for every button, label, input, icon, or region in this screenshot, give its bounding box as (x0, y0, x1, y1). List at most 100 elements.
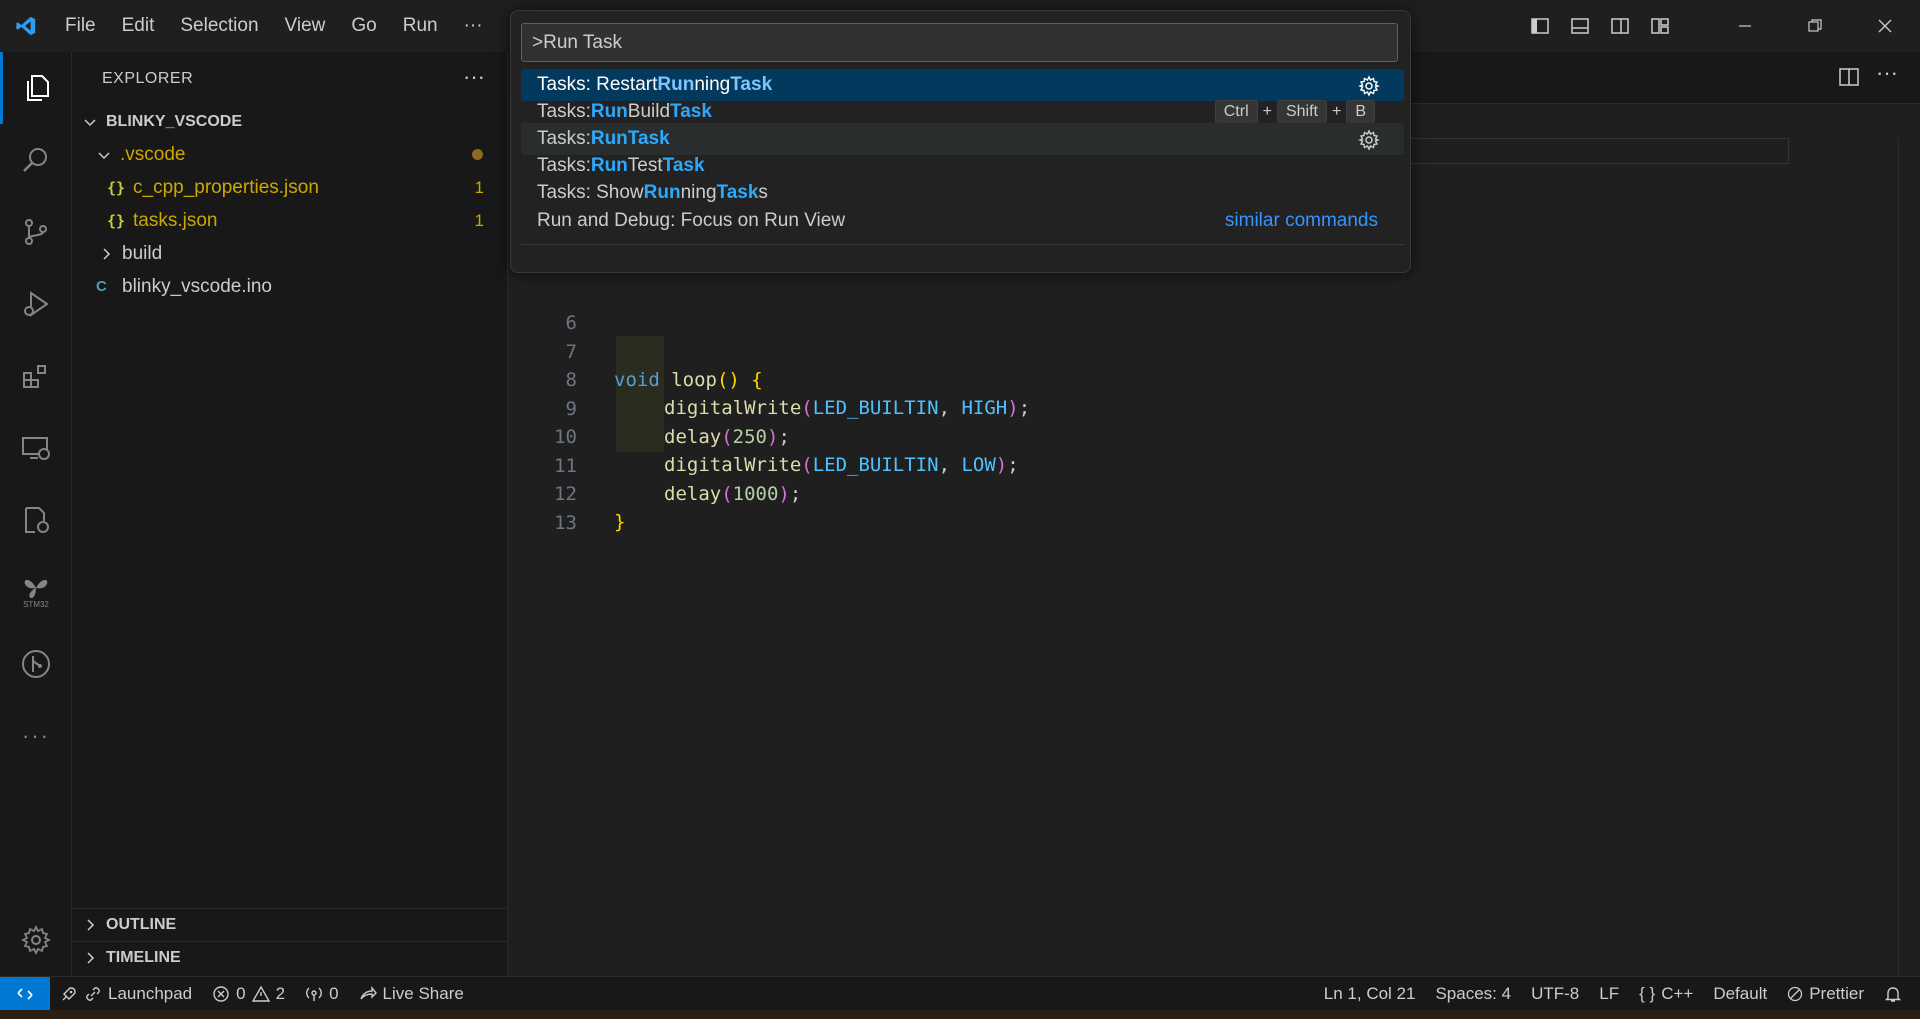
outline-section-header[interactable]: OUTLINE (72, 908, 508, 941)
menu-more-button[interactable]: ··· (451, 0, 496, 52)
warning-count: 2 (275, 983, 286, 1003)
cmake-tools-icon[interactable] (0, 484, 72, 556)
live-share-item[interactable]: Live Share (349, 977, 474, 1011)
status-bar: Launchpad 0 2 0 Live Share Ln 1, Col 21 … (0, 976, 1920, 1011)
toggle-secondary-sidebar-icon[interactable] (1600, 0, 1640, 52)
menu-file[interactable]: File (52, 0, 109, 52)
editor-more-actions-button[interactable]: ··· (1876, 60, 1898, 86)
stm32-label: STM32 (23, 599, 49, 609)
ports-item[interactable]: 0 (295, 977, 348, 1011)
activity-bar: STM32 ··· (0, 52, 72, 976)
broadcast-icon (306, 987, 323, 1001)
line-number: 13 (554, 512, 577, 534)
item-highlight: Task (730, 74, 773, 95)
tree-item-blinky-ino[interactable]: C blinky_vscode.ino (72, 270, 508, 303)
item-highlight: Task (662, 155, 705, 176)
restore-icon[interactable] (1780, 0, 1850, 52)
menu-edit[interactable]: Edit (109, 0, 168, 52)
chevron-down-icon (98, 151, 110, 159)
extensions-icon[interactable] (0, 340, 72, 412)
code-line: 11 delay(1000); (509, 424, 1709, 505)
item-text: Test (627, 155, 663, 176)
end-of-line[interactable]: LF (1589, 977, 1629, 1011)
notifications-bell-icon[interactable] (1874, 977, 1920, 1011)
sidebar-more-button[interactable]: ··· (463, 64, 485, 90)
timeline-section-header[interactable]: TIMELINE (72, 941, 508, 974)
item-text: Tasks: Show (537, 182, 644, 203)
problems-item[interactable]: 0 2 (202, 977, 295, 1011)
tree-item-tasks-json[interactable]: {} tasks.json 1 (72, 204, 508, 237)
prettier-item[interactable]: Prettier (1777, 977, 1874, 1011)
chevron-down-icon (84, 118, 96, 126)
file-name: c_cpp_properties.json (133, 176, 319, 198)
editor-scrollbar[interactable] (1898, 138, 1920, 976)
json-icon: {} (107, 178, 126, 197)
problem-count-badge: 1 (474, 210, 484, 230)
stm32-icon[interactable]: STM32 (0, 556, 72, 628)
search-icon[interactable] (0, 124, 72, 196)
minimize-icon[interactable] (1710, 0, 1780, 52)
cursor-position[interactable]: Ln 1, Col 21 (1314, 977, 1426, 1011)
outline-title: OUTLINE (106, 916, 177, 933)
palette-divider (521, 244, 1404, 245)
live-share-label: Live Share (382, 983, 464, 1003)
key-plus: + (1262, 103, 1272, 120)
item-highlight: Run (590, 155, 628, 176)
command-palette-input[interactable] (521, 23, 1398, 62)
error-count: 0 (236, 983, 246, 1003)
manage-gear-icon[interactable] (0, 904, 72, 976)
toggle-panel-icon[interactable] (1560, 0, 1600, 52)
folder-name: build (122, 242, 163, 264)
tree-item-vscode-folder[interactable]: .vscode (72, 138, 508, 171)
menu-go[interactable]: Go (338, 0, 389, 52)
arduino-file-icon: C (96, 278, 107, 295)
tree-item-build-folder[interactable]: build (72, 237, 508, 270)
close-icon[interactable] (1850, 0, 1920, 52)
tree-item-c-cpp-properties[interactable]: {} c_cpp_properties.json 1 (72, 171, 508, 204)
launchpad-item[interactable]: Launchpad (50, 977, 202, 1011)
item-text: ning (680, 182, 717, 203)
more-views-icon[interactable]: ··· (0, 700, 72, 772)
item-highlight: Task (670, 101, 712, 122)
run-and-debug-icon[interactable] (0, 268, 72, 340)
menu-view[interactable]: View (272, 0, 339, 52)
taskbar-edge (0, 1010, 1920, 1019)
explorer-icon[interactable] (0, 52, 72, 124)
palette-item-focus-run-view[interactable]: Run and Debug: Focus on Run View similar… (521, 205, 1404, 237)
menu-selection[interactable]: Selection (167, 0, 271, 52)
code-line: 12 } (509, 452, 1709, 533)
folder-name: .vscode (120, 143, 186, 165)
command-palette: Tasks: Restart Running Task Tasks: Run B… (510, 10, 1411, 273)
json-icon: {} (107, 211, 126, 230)
item-text: ning (694, 74, 731, 95)
language-mode[interactable]: { } C++ (1629, 977, 1703, 1011)
key-b: B (1346, 100, 1375, 124)
remote-indicator-icon[interactable] (0, 976, 50, 1011)
item-highlight: Run (590, 128, 628, 149)
similar-commands-link[interactable]: similar commands (1225, 210, 1378, 232)
git-graph-icon[interactable] (0, 628, 72, 700)
problem-count-badge: 1 (474, 177, 484, 197)
cpp-configuration[interactable]: Default (1703, 977, 1777, 1011)
language-label: C++ (1661, 984, 1694, 1003)
item-text: s (758, 182, 768, 203)
code-line: 6 (509, 281, 1709, 334)
menu-run[interactable]: Run (390, 0, 451, 52)
error-icon (213, 985, 229, 1002)
explorer-sidebar: EXPLORER ··· BLINKY_VSCODE .vscode {} c_… (72, 52, 508, 976)
split-editor-icon[interactable] (1838, 66, 1860, 93)
customize-layout-icon[interactable] (1640, 0, 1680, 52)
workspace-header[interactable]: BLINKY_VSCODE (72, 105, 508, 138)
prettier-label: Prettier (1809, 984, 1864, 1003)
code-line: 13 (509, 481, 1709, 534)
find-widget-placeholder (1409, 138, 1789, 164)
indentation[interactable]: Spaces: 4 (1425, 977, 1521, 1011)
prettier-disabled-icon (1788, 986, 1803, 1002)
warning-icon (251, 985, 270, 1002)
item-highlight: Task (716, 182, 759, 203)
source-control-icon[interactable] (0, 196, 72, 268)
encoding[interactable]: UTF-8 (1521, 977, 1589, 1011)
toggle-primary-sidebar-icon[interactable] (1520, 0, 1560, 52)
item-text: Tasks: (537, 155, 591, 176)
remote-explorer-icon[interactable] (0, 412, 72, 484)
